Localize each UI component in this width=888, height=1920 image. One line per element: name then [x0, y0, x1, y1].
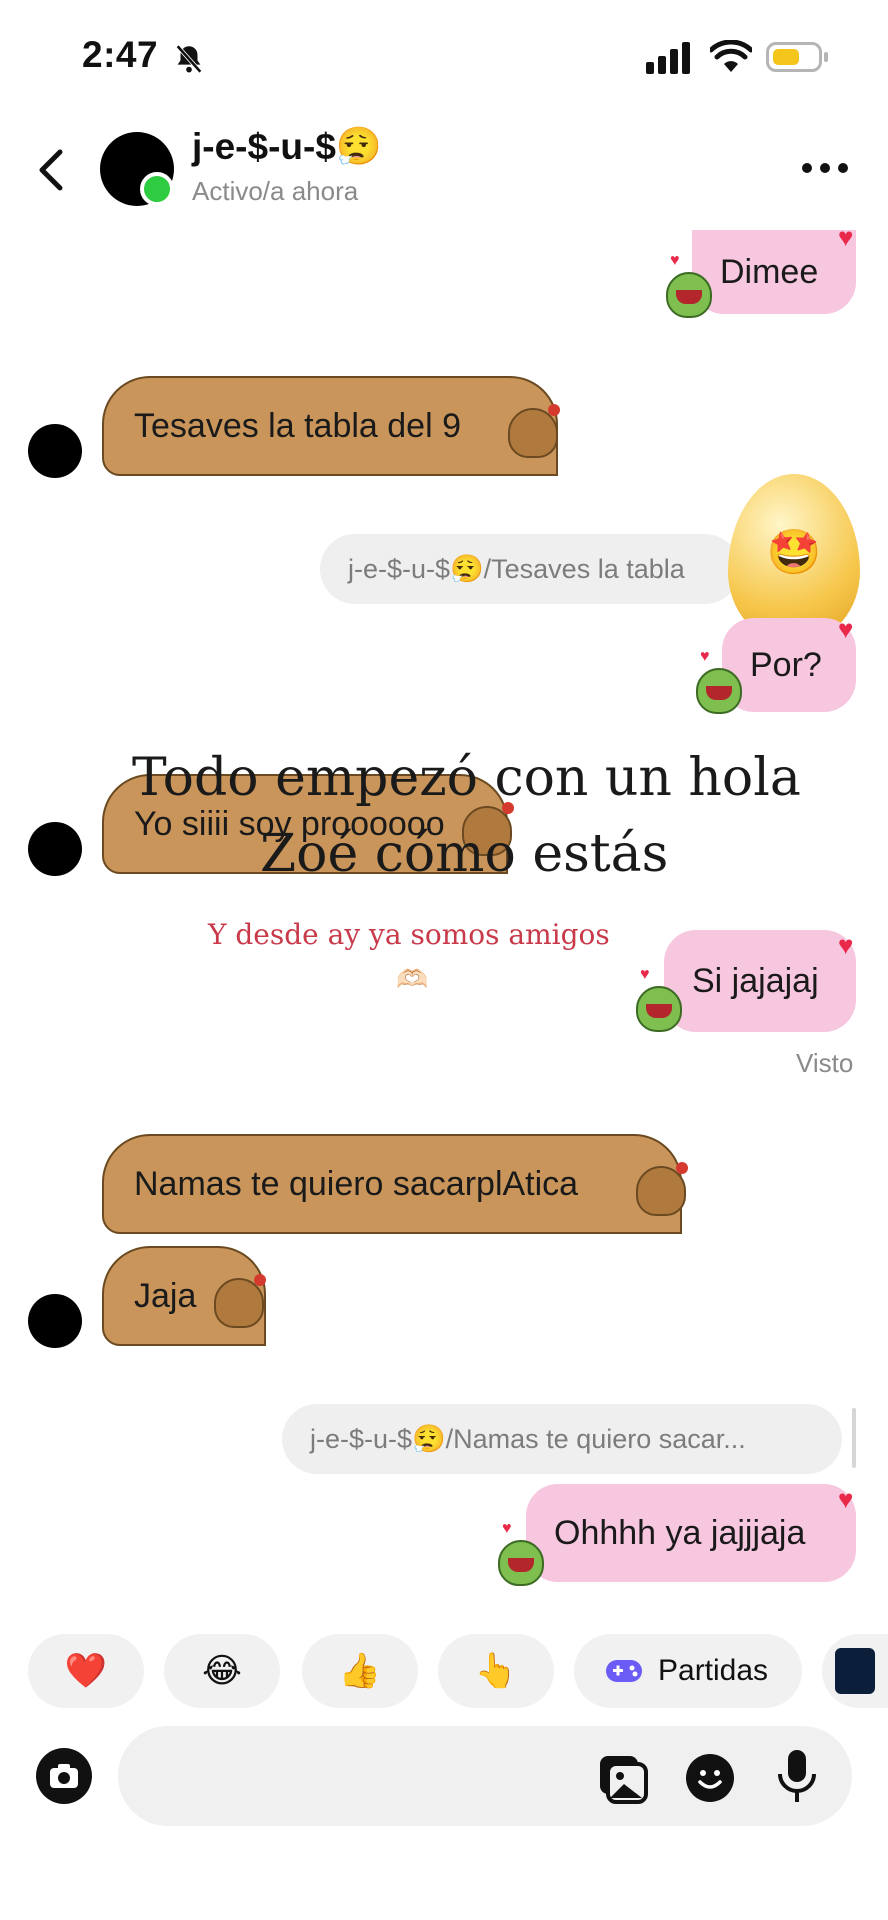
message-text: Ohhhh ya jajjjaja — [554, 1513, 806, 1552]
egg-face: 🤩 — [766, 528, 822, 577]
message-input[interactable] — [118, 1726, 852, 1826]
sticker-smile-icon[interactable] — [684, 1752, 736, 1804]
message-text: Por? — [750, 645, 822, 684]
heart-reaction-icon: ♥ — [838, 1484, 854, 1514]
heart-hands-icon: 🫶🏻 — [396, 964, 429, 994]
heart-reaction-icon: ♥ — [838, 930, 854, 960]
frog-sticker-icon — [666, 272, 712, 318]
message-bubble-out[interactable]: Por? — [722, 618, 856, 712]
camera-button[interactable] — [34, 1746, 94, 1806]
small-heart-icon: ♥ — [670, 252, 680, 269]
app-thumbnail-icon — [835, 1648, 875, 1694]
games-button[interactable]: Partidas — [574, 1634, 802, 1708]
reply-indicator — [852, 1408, 856, 1468]
sender-avatar[interactable] — [28, 424, 82, 478]
message-bubble-in[interactable]: Tesaves la tabla del 9 — [102, 376, 558, 476]
status-time: 2:47 — [82, 34, 159, 75]
point-up-emoji-icon: 👆 — [474, 1652, 518, 1690]
thumbs-up-emoji-icon: 👍 — [338, 1652, 382, 1690]
sender-avatar[interactable] — [28, 1294, 82, 1348]
message-bubble-out[interactable]: Ohhhh ya jajjjaja — [526, 1484, 856, 1582]
more-options-icon[interactable] — [800, 160, 850, 176]
small-heart-icon: ♥ — [700, 648, 710, 665]
seen-label: Visto — [796, 1048, 854, 1078]
overlay-text-line-1: Todo empezó con un hola — [132, 748, 801, 808]
heart-reaction-icon: ♥ — [838, 614, 854, 644]
quick-reaction-point[interactable]: 👆 — [438, 1634, 554, 1708]
reply-preview-text: j-e-$-u-$😮‍💨/Namas te quiero sacar... — [310, 1424, 746, 1454]
back-arrow-icon[interactable] — [36, 148, 64, 192]
reply-preview-text: j-e-$-u-$😮‍💨/Tesaves la tabla — [348, 554, 685, 584]
capybara-sticker-icon — [508, 404, 560, 458]
quick-reaction-heart[interactable]: ❤️ — [28, 1634, 144, 1708]
bell-muted-icon — [176, 44, 202, 74]
signal-icon — [646, 42, 690, 74]
more-reactions-button[interactable] — [822, 1634, 888, 1708]
message-text: Si jajajaj — [692, 961, 819, 1000]
message-text: Dimee — [720, 252, 819, 291]
message-bubble-out[interactable]: Dimee — [692, 230, 856, 314]
quick-reaction-thumbs-up[interactable]: 👍 — [302, 1634, 418, 1708]
microphone-icon[interactable] — [774, 1748, 820, 1808]
gallery-icon[interactable] — [596, 1752, 648, 1804]
sender-avatar[interactable] — [28, 822, 82, 876]
overlay-text-line-2: Zoé cómo estás — [260, 824, 669, 884]
message-text: Tesaves la tabla del 9 — [134, 406, 461, 445]
battery-icon — [766, 42, 822, 72]
gamepad-icon — [606, 1660, 642, 1682]
capybara-sticker-icon — [636, 1162, 688, 1216]
online-indicator — [140, 172, 174, 206]
laugh-emoji-icon: 😂 — [202, 1652, 242, 1690]
small-heart-icon: ♥ — [502, 1520, 512, 1537]
small-heart-icon: ♥ — [640, 966, 650, 983]
heart-reaction-icon: ♥ — [838, 222, 854, 252]
frog-sticker-icon — [498, 1540, 544, 1586]
wifi-icon — [710, 40, 752, 72]
message-text: Namas te quiero sacarplAtica — [134, 1164, 579, 1203]
reply-preview[interactable]: j-e-$-u-$😮‍💨/Tesaves la tabla — [320, 534, 740, 604]
message-bubble-in[interactable]: Namas te quiero sacarplAtica — [102, 1134, 682, 1234]
battery-cap — [824, 52, 828, 62]
quick-reaction-laugh[interactable]: 😂 — [164, 1634, 280, 1708]
heart-emoji-icon: ❤️ — [64, 1652, 108, 1690]
frog-sticker-icon — [696, 668, 742, 714]
contact-status: Activo/a ahora — [192, 176, 359, 206]
overlay-text-line-3: Y desde ay ya somos amigos — [208, 918, 610, 951]
games-label: Partidas — [658, 1654, 769, 1687]
message-text: Jaja — [134, 1276, 197, 1315]
frog-sticker-icon — [636, 986, 682, 1032]
capybara-sticker-icon — [214, 1274, 266, 1328]
message-bubble-out[interactable]: Si jajajaj — [664, 930, 856, 1032]
contact-name[interactable]: j-e-$-u-$😮‍💨 — [192, 126, 382, 169]
reply-preview[interactable]: j-e-$-u-$😮‍💨/Namas te quiero sacar... — [282, 1404, 842, 1474]
